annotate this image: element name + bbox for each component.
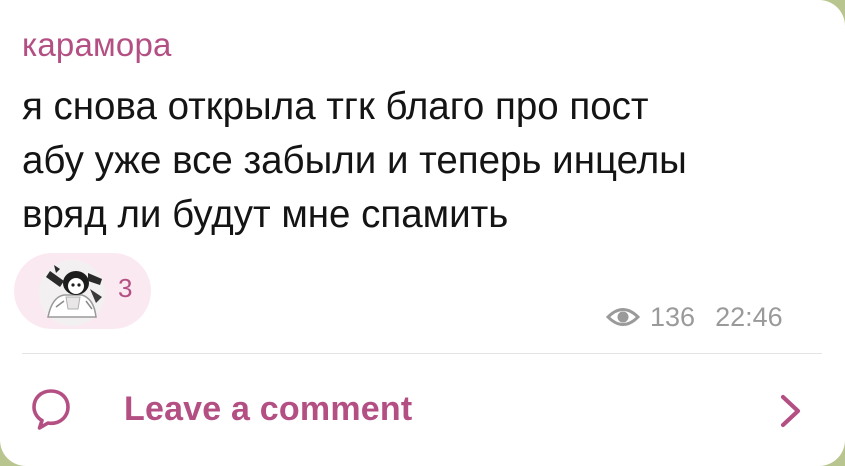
message-line: вряд ли будут мне спамить bbox=[22, 193, 509, 236]
message-bubble: карамора я снова открыла тгк благо про п… bbox=[0, 0, 845, 466]
custom-sticker-avatar-icon bbox=[39, 260, 105, 326]
leave-comment-label: Leave a comment bbox=[124, 390, 413, 428]
reaction-chip[interactable]: 3 bbox=[14, 253, 151, 329]
message-line: я снова открыла тгк благо про пост bbox=[22, 85, 649, 128]
reaction-count: 3 bbox=[118, 273, 133, 303]
divider bbox=[22, 353, 822, 354]
chevron-right-icon bbox=[780, 394, 801, 428]
message-text: я снова открыла тгк благо про пост абу у… bbox=[22, 80, 822, 242]
comment-bubble-icon bbox=[32, 389, 70, 430]
leave-comment-button[interactable]: Leave a comment bbox=[0, 360, 845, 460]
author-name[interactable]: карамора bbox=[22, 26, 172, 64]
message-meta: 136 22:46 bbox=[606, 300, 783, 334]
eye-icon bbox=[606, 308, 640, 326]
message-line: абу уже все забыли и теперь инцелы bbox=[22, 139, 687, 182]
view-count: 136 bbox=[650, 301, 696, 332]
message-time: 22:46 bbox=[715, 301, 783, 332]
